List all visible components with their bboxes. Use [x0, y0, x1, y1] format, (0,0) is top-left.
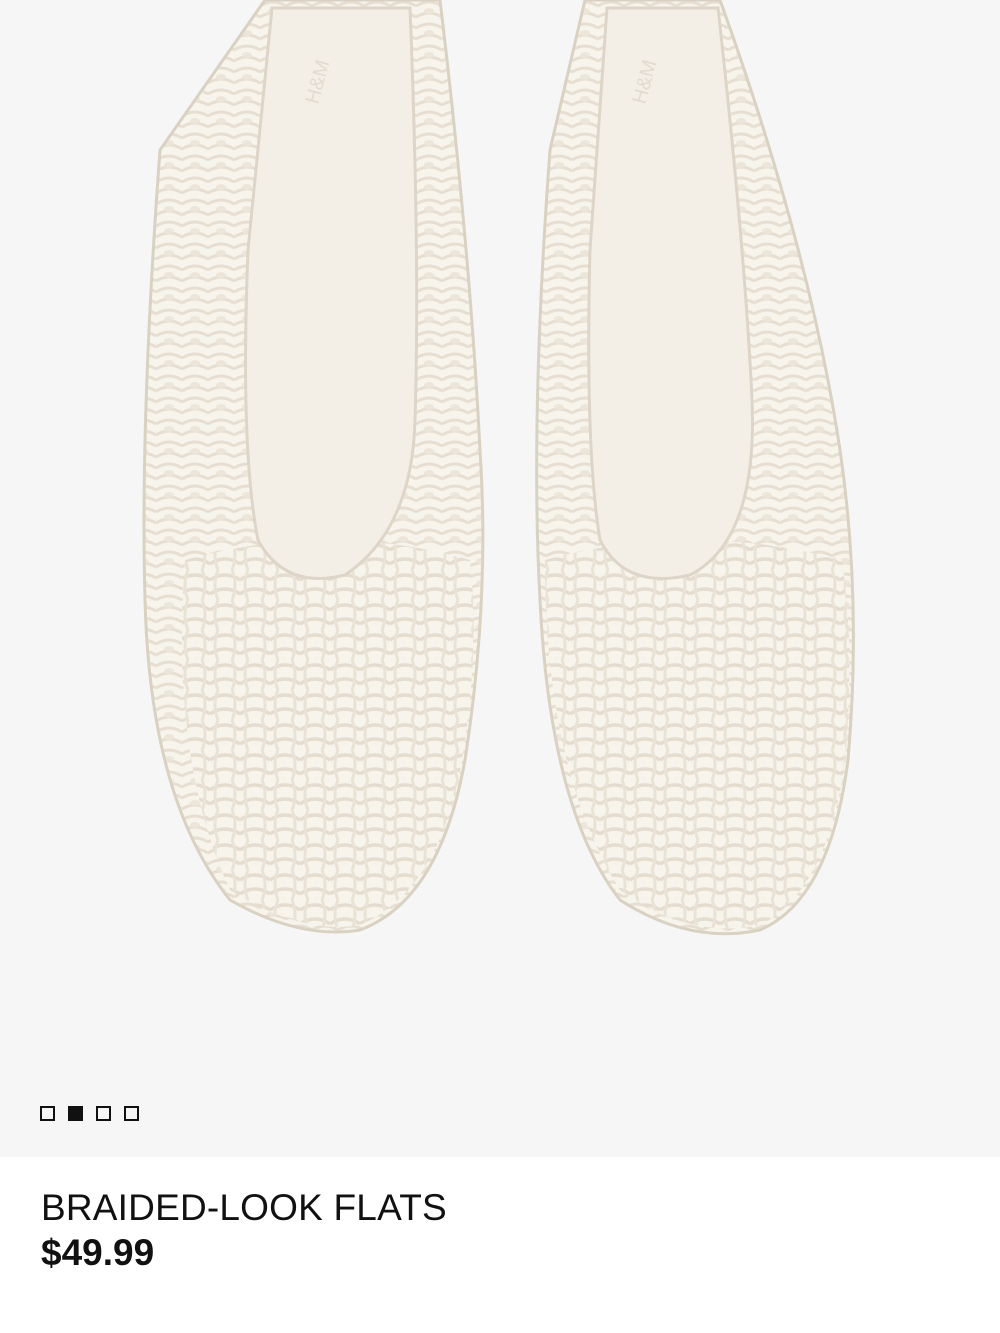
pagination-dot-3[interactable]: [96, 1106, 111, 1121]
image-pagination: [40, 1106, 139, 1121]
shoe-image: H&M H&M: [142, 0, 855, 936]
product-card[interactable]: H&M H&M BRAIDED-LOOK FLATS $49.99: [0, 0, 1000, 1333]
product-info: BRAIDED-LOOK FLATS $49.99: [0, 1157, 1000, 1333]
left-shoe: H&M: [142, 0, 485, 934]
right-shoe: H&M: [535, 0, 855, 936]
pagination-dot-4[interactable]: [124, 1106, 139, 1121]
pagination-dot-2-active[interactable]: [68, 1106, 83, 1121]
pagination-dot-1[interactable]: [40, 1106, 55, 1121]
product-name[interactable]: BRAIDED-LOOK FLATS: [41, 1187, 447, 1229]
product-image[interactable]: H&M H&M: [0, 0, 1000, 1157]
product-price: $49.99: [41, 1232, 155, 1273]
